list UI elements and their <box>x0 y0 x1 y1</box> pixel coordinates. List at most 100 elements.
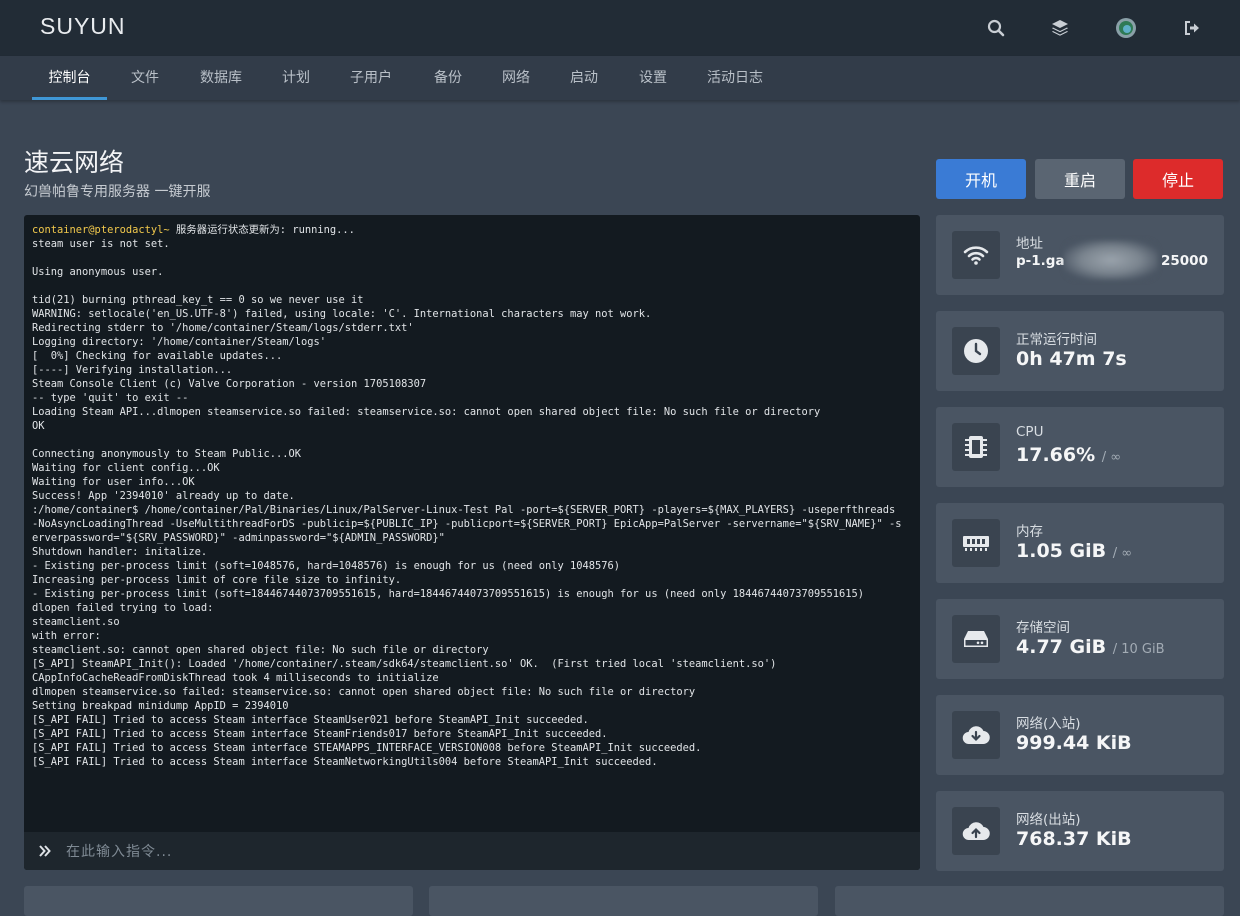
console-line: Waiting for client config...OK <box>32 462 220 474</box>
hdd-icon <box>952 615 1000 663</box>
network-in-card: 网络(入站) 999.44 KiB <box>936 695 1224 775</box>
storage-card: 存储空间 4.77 GiB / 10 GiB <box>936 599 1224 679</box>
logout-icon[interactable] <box>1182 18 1202 38</box>
console-line: steamclient.so <box>32 616 120 628</box>
top-bar: SUYUN <box>0 0 1240 56</box>
memory-card: 内存 1.05 GiB / ∞ <box>936 503 1224 583</box>
console-status-line: container@pterodactyl~ 服务器运行状态更新为: runni… <box>32 223 904 237</box>
network-out-label: 网络(出站) <box>1016 812 1081 828</box>
brand-logo[interactable]: SUYUN <box>40 13 126 40</box>
console-line: [S_API FAIL] Tried to access Steam inter… <box>32 728 608 740</box>
cpu-limit: / ∞ <box>1101 450 1122 465</box>
console-line: Connecting anonymously to Steam Public..… <box>32 448 301 460</box>
memory-label: 内存 <box>1016 524 1043 540</box>
console-line: Increasing per-process limit of core fil… <box>32 574 402 586</box>
cpu-usage: 17.66% <box>1016 444 1096 466</box>
console-line: Redirecting stderr to '/home/container/S… <box>32 322 414 334</box>
tab-console[interactable]: 控制台 <box>32 56 107 100</box>
console-line: steam user is not set. <box>32 238 170 250</box>
console-line: WARNING: setlocale('en_US.UTF-8') failed… <box>32 308 652 320</box>
console-output: container@pterodactyl~ 服务器运行状态更新为: runni… <box>32 223 904 769</box>
console-line: Waiting for user info...OK <box>32 476 195 488</box>
console-line: Loading Steam API...dlmopen steamservice… <box>32 406 821 418</box>
layers-icon[interactable] <box>1050 18 1070 38</box>
uptime-value: 0h 47m 7s <box>1016 348 1127 370</box>
address-value-end: 25000 <box>1161 253 1208 269</box>
start-button[interactable]: 开机 <box>936 159 1026 199</box>
stop-button[interactable]: 停止 <box>1133 159 1223 199</box>
storage-label: 存储空间 <box>1016 620 1070 636</box>
tab-network[interactable]: 网络 <box>492 56 540 100</box>
tab-schedules[interactable]: 计划 <box>272 56 320 100</box>
graph-panel-cpu <box>24 886 413 916</box>
redacted-address-mask <box>1064 240 1158 280</box>
storage-usage: 4.77 GiB <box>1016 636 1107 658</box>
tab-startup[interactable]: 启动 <box>560 56 608 100</box>
storage-value: 4.77 GiB / 10 GiB <box>1016 636 1165 658</box>
console-line: -- type 'quit' to exit -- <box>32 392 189 404</box>
network-out-value: 768.37 KiB <box>1016 828 1132 850</box>
memory-icon <box>952 519 1000 567</box>
cpu-value: 17.66% / ∞ <box>1016 444 1121 466</box>
memory-usage: 1.05 GiB <box>1016 540 1107 562</box>
console-line: with error: <box>32 630 101 642</box>
console-line: tid(21) burning pthread_key_t == 0 so we… <box>32 294 364 306</box>
avatar[interactable] <box>1116 18 1136 38</box>
chevron-double-right-icon <box>38 843 52 863</box>
command-input[interactable] <box>64 832 908 870</box>
console-line: [S_API] SteamAPI_Init(): Loaded '/home/c… <box>32 658 777 670</box>
console-prompt: container@pterodactyl~ <box>32 224 170 236</box>
console-line: [S_API FAIL] Tried to access Steam inter… <box>32 756 658 768</box>
storage-limit: / 10 GiB <box>1112 642 1165 657</box>
search-icon[interactable] <box>986 18 1006 38</box>
uptime-label: 正常运行时间 <box>1016 332 1097 348</box>
console-line: Using anonymous user. <box>32 266 164 278</box>
command-bar <box>24 832 920 870</box>
server-description: 幻兽帕鲁专用服务器 一键开服 <box>24 184 211 200</box>
console-line: Setting breakpad minidump AppID = 239401… <box>32 700 289 712</box>
console-line: [S_API FAIL] Tried to access Steam inter… <box>32 742 702 754</box>
console-line: OK <box>32 420 45 432</box>
console-line: Steam Console Client (c) Valve Corporati… <box>32 378 427 390</box>
active-tab-indicator <box>32 97 107 100</box>
server-name: 速云网络 <box>24 148 125 177</box>
uptime-card: 正常运行时间 0h 47m 7s <box>936 311 1224 391</box>
tab-activity-log[interactable]: 活动日志 <box>698 56 772 100</box>
console-status-text: 服务器运行状态更新为: running... <box>169 224 355 236</box>
console-line: dlopen failed trying to load: <box>32 602 214 614</box>
graph-panel-memory <box>429 886 818 916</box>
console-line: [----] Verifying installation... <box>32 364 233 376</box>
tab-backups[interactable]: 备份 <box>424 56 472 100</box>
graph-panel-network <box>835 886 1224 916</box>
tab-settings[interactable]: 设置 <box>629 56 677 100</box>
console-line: Logging directory: '/home/container/Stea… <box>32 336 327 348</box>
console-line: - Existing per-process limit (soft=10485… <box>32 560 621 572</box>
console-line: steamclient.so: cannot open shared objec… <box>32 644 489 656</box>
memory-value: 1.05 GiB / ∞ <box>1016 540 1132 562</box>
memory-limit: / ∞ <box>1112 546 1133 561</box>
cpu-card: CPU 17.66% / ∞ <box>936 407 1224 487</box>
cpu-label: CPU <box>1016 424 1044 440</box>
network-out-card: 网络(出站) 768.37 KiB <box>936 791 1224 871</box>
sub-navigation: 控制台 文件 数据库 计划 子用户 备份 网络 启动 设置 活动日志 <box>0 56 1240 100</box>
cpu-icon <box>952 423 1000 471</box>
console-line: [ 0%] Checking for available updates... <box>32 350 283 362</box>
cloud-download-icon <box>952 711 1000 759</box>
address-value-start: p-1.ga <box>1016 253 1065 269</box>
tab-files[interactable]: 文件 <box>120 56 170 100</box>
tab-databases[interactable]: 数据库 <box>190 56 252 100</box>
clock-icon <box>952 327 1000 375</box>
tab-subusers[interactable]: 子用户 <box>340 56 402 100</box>
console-panel: container@pterodactyl~ 服务器运行状态更新为: runni… <box>24 215 920 870</box>
restart-button[interactable]: 重启 <box>1035 159 1125 199</box>
console-line: Success! App '2394010' already up to dat… <box>32 490 295 502</box>
network-in-label: 网络(入站) <box>1016 716 1081 732</box>
console-line: CAppInfoCacheReadFromDiskThread took 4 m… <box>32 672 439 684</box>
console-line: Shutdown handler: initalize. <box>32 546 208 558</box>
console-line: [S_API FAIL] Tried to access Steam inter… <box>32 714 589 726</box>
wifi-icon <box>952 231 1000 279</box>
address-label: 地址 <box>1016 236 1043 252</box>
